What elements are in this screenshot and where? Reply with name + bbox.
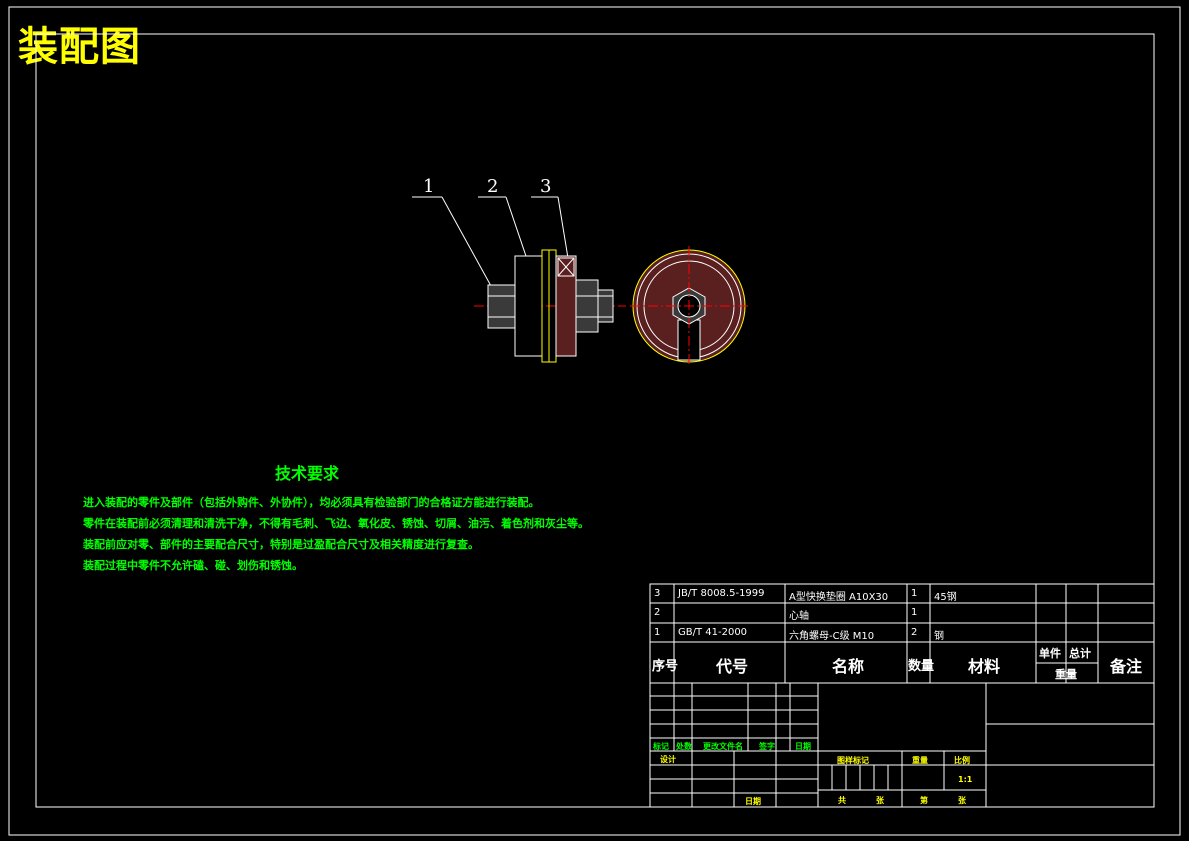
bom-row-1-name: 六角螺母-C级 M10: [789, 631, 875, 642]
bom-row-1-no: 1: [654, 627, 661, 638]
bom-row-3-qty: 1: [911, 588, 918, 599]
header-no: 序号: [652, 659, 679, 674]
header-weight: 重量: [1055, 668, 1077, 681]
left-nut: [487, 284, 516, 329]
sheet-label-no: 第: [920, 796, 928, 805]
bom-row-1-material: 钢: [934, 631, 944, 642]
bom-row-1-code: GB/T 41-2000: [678, 627, 748, 638]
right-nut: [575, 279, 599, 333]
requirement-line: 装配过程中零件不允许磕、碰、划伤和锈蚀。: [83, 559, 303, 572]
drawing-canvas: [8, 6, 1181, 836]
bom-row-3-name: A型快换垫圈 A10X30: [789, 592, 889, 603]
stage-label-scale: 比例: [954, 756, 970, 765]
bom-row-2-no: 2: [654, 607, 661, 618]
design-label: 设计: [660, 755, 676, 764]
header-remark: 备注: [1110, 657, 1143, 676]
header-total: 总计: [1069, 647, 1091, 660]
requirement-line: 进入装配的零件及部件（包括外购件、外协件），均必须具有检验部门的合格证方能进行装…: [83, 496, 540, 509]
approve-label: 日期: [745, 797, 761, 806]
side-view: [630, 246, 748, 366]
bom-row-2-name: 心轴: [789, 611, 809, 622]
sheet-label-sheet: 张: [958, 796, 966, 805]
rev-label-date: 日期: [795, 742, 811, 751]
requirement-line: 零件在装配前必须清理和清洗干净，不得有毛刺、飞边、氧化皮、锈蚀、切屑、油污、着色…: [83, 517, 589, 530]
balloon-1: 1: [423, 176, 435, 197]
sheet-label-sheets: 张: [876, 796, 884, 805]
bom-row-3-material: 45钢: [934, 592, 957, 603]
bom-row-1-qty: 2: [911, 627, 918, 638]
title-block-grid: [649, 583, 1155, 808]
sheet-label-total: 共: [838, 796, 846, 805]
requirements-heading: 技术要求: [275, 464, 340, 483]
rev-label-doc: 更改文件名: [703, 742, 743, 751]
section-part: [555, 255, 577, 357]
rev-label-sign: 签字: [759, 742, 775, 751]
header-name: 名称: [832, 657, 865, 676]
balloon-2: 2: [487, 176, 499, 197]
header-unit: 单件: [1039, 647, 1061, 660]
outer-frame: [8, 6, 1181, 836]
header-qty: 数量: [908, 659, 935, 674]
mandrel: [514, 255, 543, 357]
stage-label-weight: 重量: [912, 756, 928, 765]
front-section-view: [474, 249, 626, 363]
bom-row-2-qty: 1: [911, 607, 918, 618]
rev-label-count: 处数: [676, 742, 692, 751]
header-code: 代号: [716, 657, 749, 676]
rev-label-mark: 标记: [653, 742, 669, 751]
requirement-line: 装配前应对零、部件的主要配合尺寸，特别是过盈配合尺寸及相关精度进行复查。: [83, 538, 479, 551]
leader-lines: [412, 196, 569, 287]
header-material: 材料: [968, 657, 1001, 676]
stage-label-mark: 图样标记: [837, 756, 869, 765]
balloon-3: 3: [540, 176, 552, 197]
bom-row-3-code: JB/T 8008.5-1999: [678, 588, 765, 599]
bom-row-3-no: 3: [654, 588, 661, 599]
scale-value: 1:1: [958, 775, 973, 784]
